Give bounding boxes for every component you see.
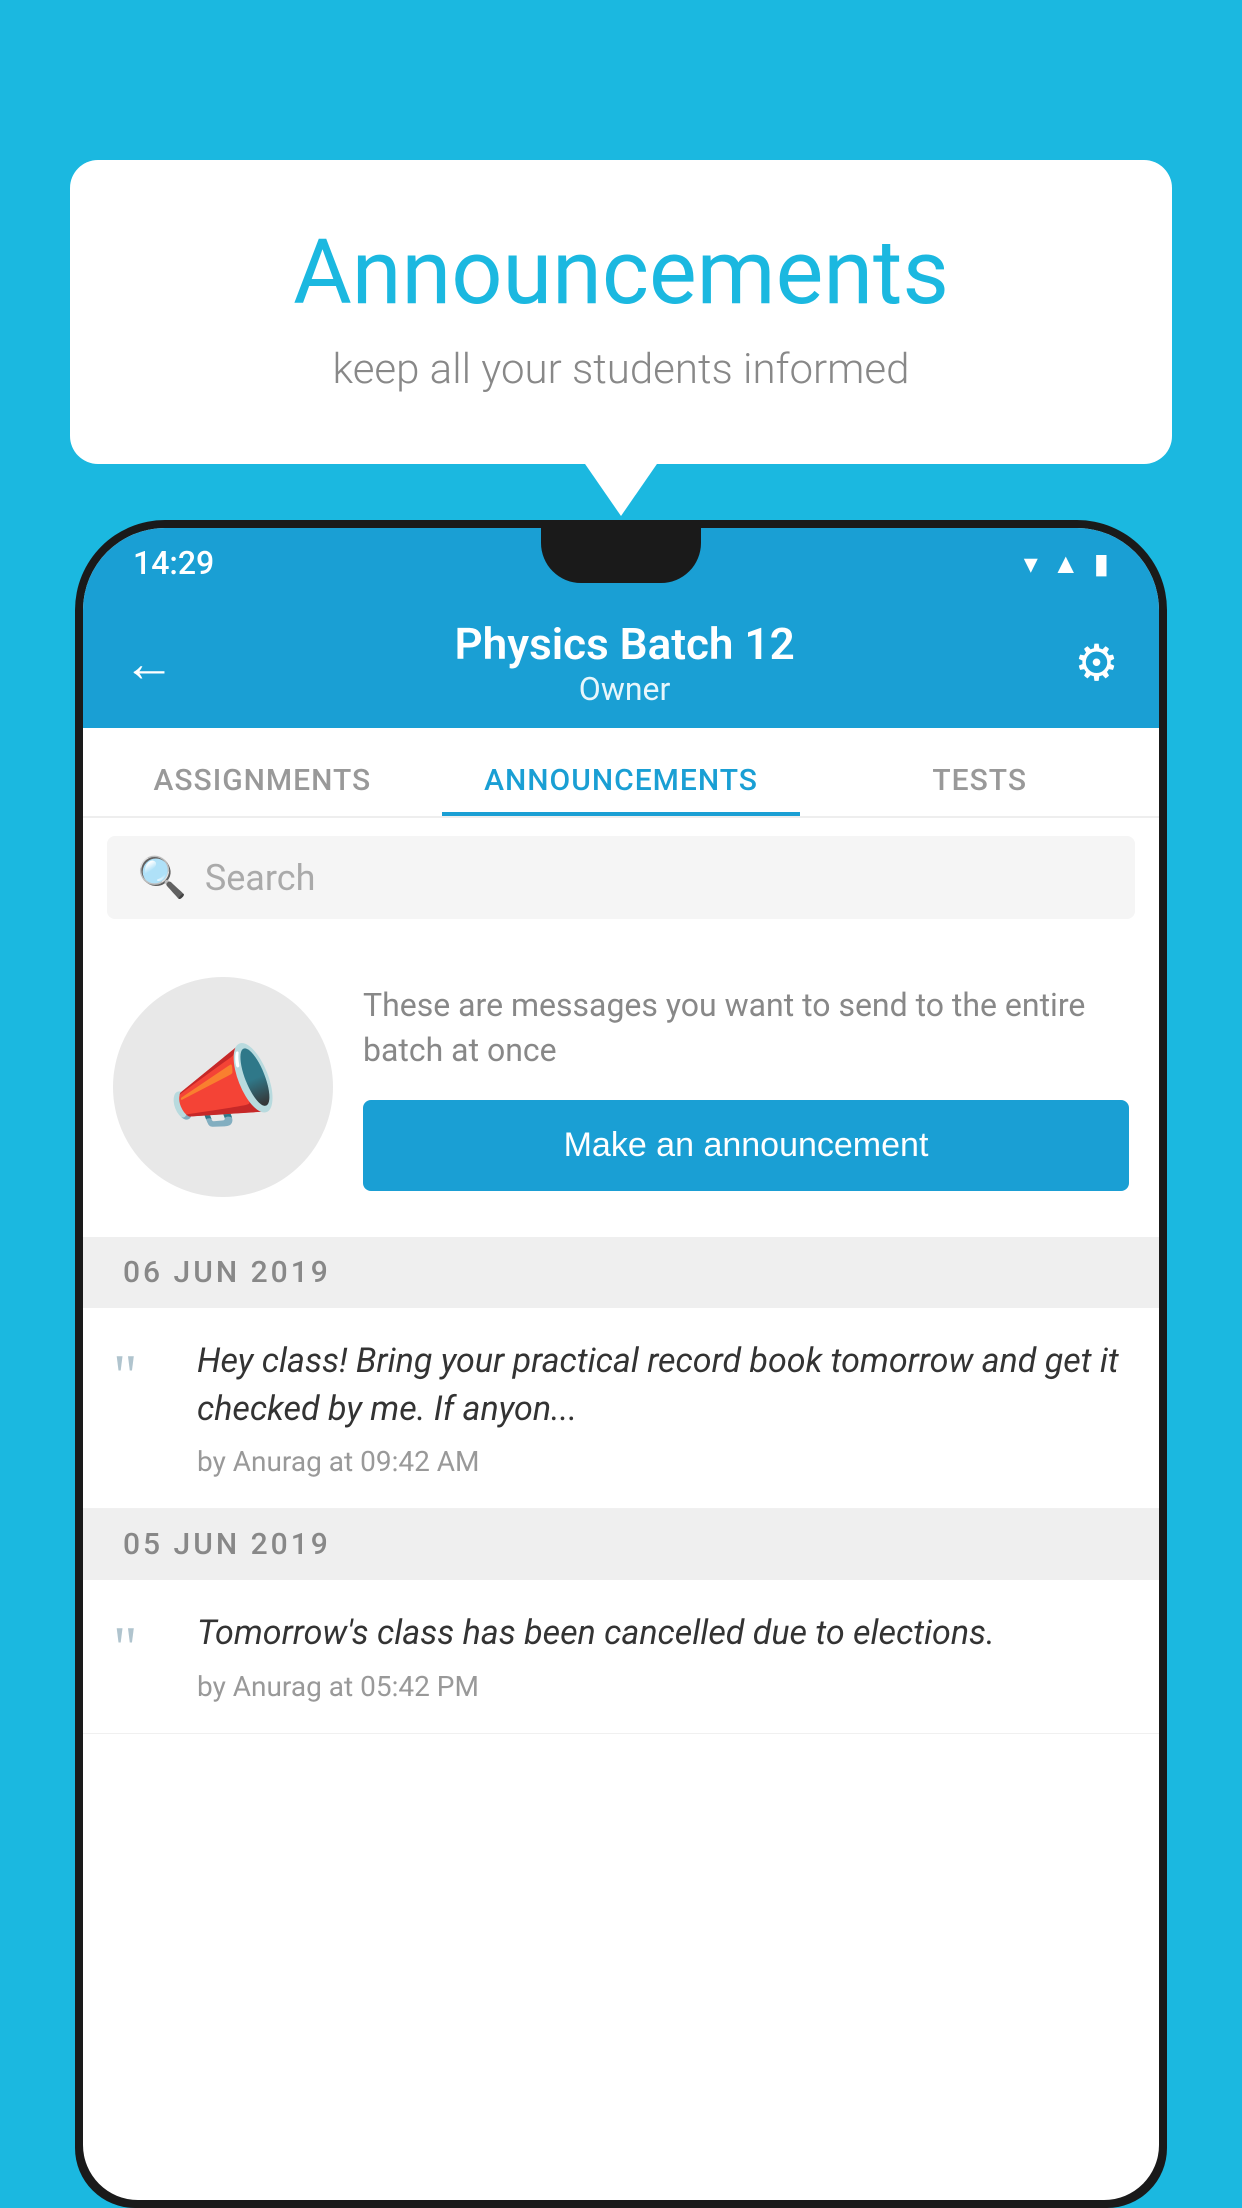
settings-icon[interactable]: ⚙ [1074, 634, 1119, 693]
announcement-meta-2: by Anurag at 05:42 PM [197, 1670, 1129, 1703]
announcement-item-2[interactable]: " Tomorrow's class has been cancelled du… [83, 1580, 1159, 1734]
phone-screen: 14:29 ▾ ▲ ▮ ← Physics Batch 12 Owner ⚙ A… [83, 528, 1159, 2200]
battery-icon: ▮ [1094, 547, 1109, 580]
promo-description: These are messages you want to send to t… [363, 983, 1129, 1073]
announcement-text-1: Hey class! Bring your practical record b… [197, 1338, 1129, 1433]
announcement-content-2: Tomorrow's class has been cancelled due … [197, 1610, 1129, 1703]
status-time: 14:29 [133, 544, 214, 582]
date-separator-1: 06 JUN 2019 [83, 1237, 1159, 1308]
tab-announcements[interactable]: ANNOUNCEMENTS [442, 763, 801, 816]
megaphone-icon: 📣 [167, 1035, 279, 1140]
tab-assignments[interactable]: ASSIGNMENTS [83, 763, 442, 816]
announcement-meta-1: by Anurag at 09:42 AM [197, 1445, 1129, 1478]
quote-icon-1: " [113, 1346, 173, 1406]
batch-title: Physics Batch 12 [454, 618, 794, 670]
tabs-bar: ASSIGNMENTS ANNOUNCEMENTS TESTS [83, 728, 1159, 818]
signal-icon: ▲ [1052, 547, 1080, 580]
announcement-content-1: Hey class! Bring your practical record b… [197, 1338, 1129, 1478]
announcement-item-1[interactable]: " Hey class! Bring your practical record… [83, 1308, 1159, 1509]
announcement-promo: 📣 These are messages you want to send to… [83, 937, 1159, 1237]
search-box[interactable]: 🔍 Search [107, 836, 1135, 919]
search-icon: 🔍 [137, 854, 187, 901]
announcement-text-2: Tomorrow's class has been cancelled due … [197, 1610, 1129, 1658]
bubble-subtitle: keep all your students informed [150, 345, 1092, 394]
promo-right: These are messages you want to send to t… [363, 983, 1129, 1192]
wifi-icon: ▾ [1024, 547, 1038, 580]
promo-icon-circle: 📣 [113, 977, 333, 1197]
make-announcement-button[interactable]: Make an announcement [363, 1100, 1129, 1191]
notch [541, 528, 701, 583]
status-bar: 14:29 ▾ ▲ ▮ [83, 528, 1159, 598]
date-separator-2: 05 JUN 2019 [83, 1509, 1159, 1580]
app-header: ← Physics Batch 12 Owner ⚙ [83, 598, 1159, 728]
speech-bubble-section: Announcements keep all your students inf… [70, 160, 1172, 464]
owner-label: Owner [454, 670, 794, 708]
search-container: 🔍 Search [83, 818, 1159, 937]
header-title-group: Physics Batch 12 Owner [454, 618, 794, 708]
phone-frame: 14:29 ▾ ▲ ▮ ← Physics Batch 12 Owner ⚙ A… [75, 520, 1167, 2208]
back-button[interactable]: ← [123, 633, 175, 694]
status-icons: ▾ ▲ ▮ [1024, 547, 1109, 580]
tab-tests[interactable]: TESTS [800, 763, 1159, 816]
bubble-title: Announcements [150, 220, 1092, 325]
speech-bubble: Announcements keep all your students inf… [70, 160, 1172, 464]
search-placeholder: Search [205, 857, 316, 899]
quote-icon-2: " [113, 1618, 173, 1678]
